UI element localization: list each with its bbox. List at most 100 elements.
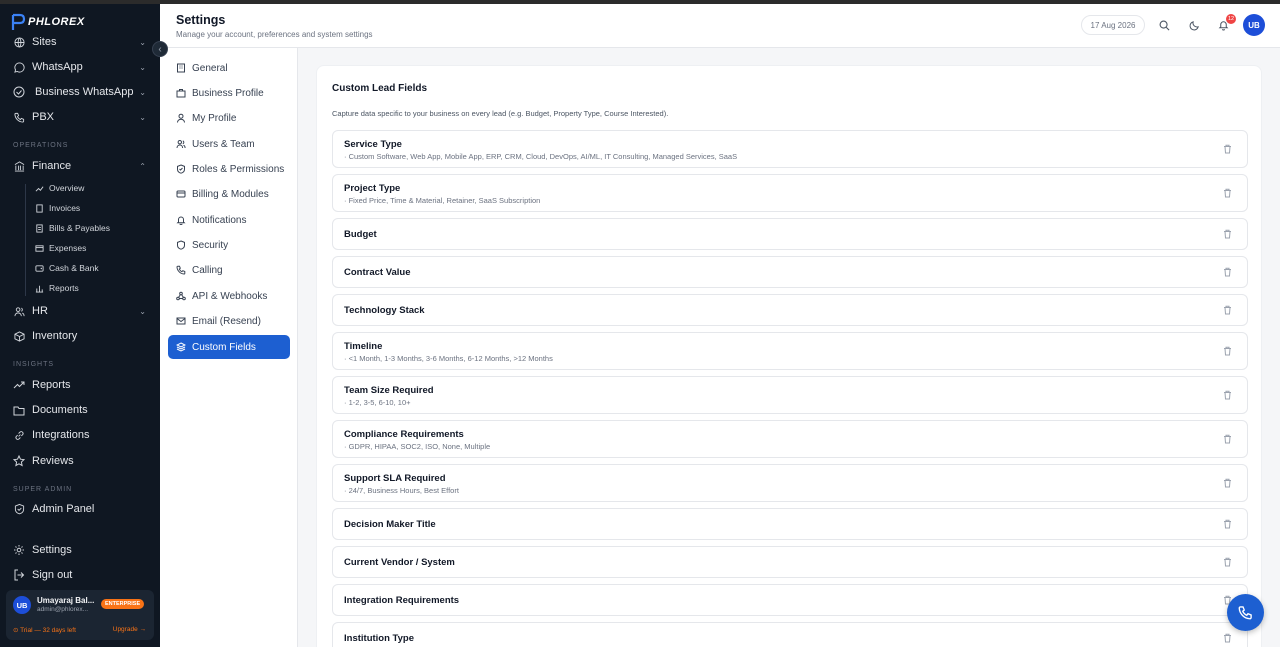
sidebar-item-inventory[interactable]: Inventory: [0, 325, 160, 347]
delete-field-button[interactable]: [1222, 478, 1232, 488]
users-icon: [13, 305, 25, 317]
sidebar-item-settings[interactable]: Settings: [0, 539, 160, 561]
settings-nav-general[interactable]: General: [168, 56, 290, 80]
settings-nav-email-resend[interactable]: Email (Resend): [168, 309, 290, 333]
sidebar-subitem-expenses[interactable]: Expenses: [34, 240, 86, 256]
sidebar-item-whatsapp[interactable]: WhatsApp ⌄: [0, 56, 160, 78]
sidebar-item-business-whatsapp[interactable]: Business WhatsApp ⌄: [0, 81, 160, 103]
delete-field-button[interactable]: [1222, 229, 1232, 239]
sidebar-item-sites[interactable]: Sites ⌄: [0, 31, 160, 53]
upgrade-link[interactable]: Upgrade →: [113, 626, 146, 633]
section-label-insights: INSIGHTS: [13, 361, 55, 368]
settings-nav-business-profile[interactable]: Business Profile: [168, 81, 290, 105]
sidebar-item-sign-out[interactable]: Sign out: [0, 564, 160, 586]
field-row[interactable]: Technology Stack: [332, 294, 1248, 326]
sidebar-item-reports[interactable]: Reports: [0, 374, 160, 396]
sidebar-item-label: Admin Panel: [32, 503, 95, 515]
settings-nav-users-team[interactable]: Users & Team: [168, 132, 290, 156]
field-name: Contract Value: [344, 267, 411, 278]
field-row[interactable]: Team Size Required · 1-2, 3-5, 6-10, 10+: [332, 376, 1248, 414]
field-options: · 24/7, Business Hours, Best Effort: [344, 486, 459, 495]
field-row[interactable]: Project Type · Fixed Price, Time & Materi…: [332, 174, 1248, 212]
logout-icon: [13, 569, 25, 581]
settings-nav-label: Custom Fields: [192, 341, 256, 353]
settings-nav-security[interactable]: Security: [168, 233, 290, 257]
folder-icon: [13, 404, 25, 416]
settings-nav-notifications[interactable]: Notifications: [168, 208, 290, 232]
delete-field-button[interactable]: [1222, 144, 1232, 154]
sidebar-item-reviews[interactable]: Reviews: [0, 450, 160, 472]
settings-nav-label: API & Webhooks: [192, 290, 268, 302]
trash-icon: [1223, 434, 1231, 444]
settings-nav-billing-modules[interactable]: Billing & Modules: [168, 182, 290, 206]
field-row[interactable]: Integration Requirements: [332, 584, 1248, 616]
sidebar-item-label: Sign out: [32, 569, 73, 581]
delete-field-button[interactable]: [1222, 188, 1232, 198]
date-pill: 17 Aug 2026: [1081, 15, 1145, 35]
sidebar-subitem-label: Expenses: [49, 243, 87, 253]
sidebar-subitem-cash-bank[interactable]: Cash & Bank: [34, 260, 99, 276]
sidebar-item-hr[interactable]: HR ⌄: [0, 300, 160, 322]
user-avatar-button[interactable]: UB: [1243, 14, 1265, 36]
theme-toggle-button[interactable]: [1187, 18, 1201, 32]
layers-icon: [176, 342, 186, 352]
user-icon: [176, 113, 186, 123]
delete-field-button[interactable]: [1222, 390, 1232, 400]
settings-nav-label: Security: [192, 239, 229, 251]
briefcase-icon: [176, 88, 186, 98]
sidebar-item-pbx[interactable]: PBX ⌄: [0, 106, 160, 128]
sidebar-item-label: Reviews: [32, 455, 74, 467]
check-circle-icon: [13, 86, 25, 98]
trash-icon: [1223, 633, 1231, 643]
call-fab-button[interactable]: [1227, 594, 1264, 631]
field-row[interactable]: Budget: [332, 218, 1248, 250]
sidebar-item-label: Integrations: [32, 429, 90, 441]
field-row[interactable]: Support SLA Required · 24/7, Business Hou…: [332, 464, 1248, 502]
sidebar-subitem-overview[interactable]: Overview: [34, 180, 84, 196]
field-row[interactable]: Timeline · <1 Month, 1-3 Months, 3-6 Mont…: [332, 332, 1248, 370]
box-icon: [13, 330, 25, 342]
settings-nav-my-profile[interactable]: My Profile: [168, 106, 290, 130]
sidebar-item-finance[interactable]: Finance ⌃: [0, 155, 160, 177]
settings-nav-label: Email (Resend): [192, 315, 261, 327]
sidebar-subitem-reports[interactable]: Reports: [34, 280, 79, 296]
settings-nav-roles-permissions[interactable]: Roles & Permissions: [168, 157, 290, 181]
settings-nav-calling[interactable]: Calling: [168, 258, 290, 282]
field-row[interactable]: Compliance Requirements · GDPR, HIPAA, SO…: [332, 420, 1248, 458]
sidebar-subitem-bills[interactable]: Bills & Payables: [34, 220, 110, 236]
sidebar-item-admin-panel[interactable]: Admin Panel: [0, 498, 160, 520]
field-row[interactable]: Decision Maker Title: [332, 508, 1248, 540]
field-name: Institution Type: [344, 633, 415, 644]
logo-icon: [11, 13, 26, 30]
search-button[interactable]: [1157, 18, 1171, 32]
user-card[interactable]: UB Umayaraj Bal... admin@phlorex... ENTE…: [6, 590, 154, 640]
sidebar-subitem-label: Reports: [49, 283, 79, 293]
brand-logo[interactable]: PHLOREX: [10, 12, 85, 32]
field-row[interactable]: Service Type · Custom Software, Web App, …: [332, 130, 1248, 168]
field-name: Team Size Required: [344, 385, 434, 396]
field-row[interactable]: Contract Value: [332, 256, 1248, 288]
trash-icon: [1223, 346, 1231, 356]
field-options: · Fixed Price, Time & Material, Retainer…: [344, 196, 541, 205]
mail-icon: [176, 316, 186, 326]
sidebar-collapse-button[interactable]: ‹: [152, 41, 168, 57]
sidebar-item-integrations[interactable]: Integrations: [0, 424, 160, 446]
sidebar-subitem-invoices[interactable]: Invoices: [34, 200, 80, 216]
settings-nav-api-webhooks[interactable]: API & Webhooks: [168, 284, 290, 308]
settings-nav-label: Calling: [192, 264, 223, 276]
field-row[interactable]: Institution Type: [332, 622, 1248, 647]
sidebar-item-documents[interactable]: Documents: [0, 399, 160, 421]
delete-field-button[interactable]: [1222, 346, 1232, 356]
delete-field-button[interactable]: [1222, 267, 1232, 277]
delete-field-button[interactable]: [1222, 633, 1232, 643]
delete-field-button[interactable]: [1222, 519, 1232, 529]
sidebar-item-label: WhatsApp: [32, 61, 83, 73]
delete-field-button[interactable]: [1222, 557, 1232, 567]
delete-field-button[interactable]: [1222, 434, 1232, 444]
delete-field-button[interactable]: [1222, 305, 1232, 315]
search-icon: [1159, 20, 1169, 30]
field-row[interactable]: Current Vendor / System: [332, 546, 1248, 578]
brand-name: PHLOREX: [28, 16, 85, 28]
phone-icon: [1238, 606, 1252, 620]
settings-nav-custom-fields[interactable]: Custom Fields: [168, 335, 290, 359]
